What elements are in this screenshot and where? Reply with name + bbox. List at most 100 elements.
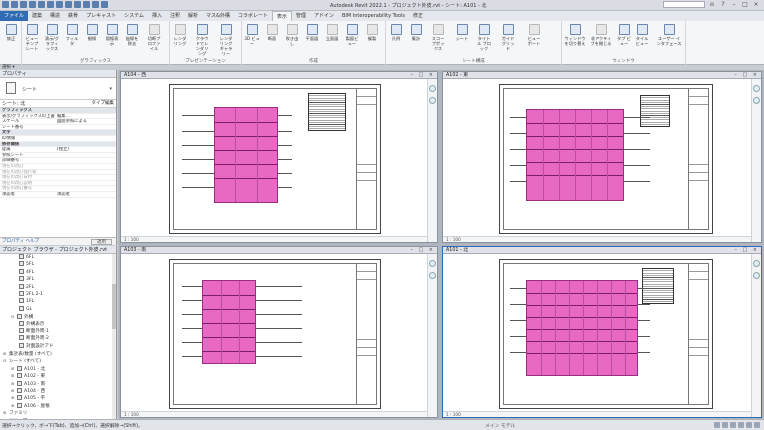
view-window[interactable]: A104 - 西 – □ × 1 : 100 [120, 71, 438, 243]
select-pinned-icon[interactable] [746, 422, 752, 428]
tab-manage[interactable]: 管理 [292, 11, 310, 21]
undo-icon[interactable] [38, 1, 45, 8]
select-underlay-icon[interactable] [738, 422, 744, 428]
minimize-button[interactable]: – [730, 1, 738, 8]
modify-button[interactable]: 修正 [3, 24, 19, 41]
guide-grid-button[interactable]: ガイド グリッド [500, 24, 516, 51]
property-value[interactable] [55, 175, 116, 180]
tag-icon[interactable] [74, 1, 81, 8]
property-value[interactable] [55, 164, 116, 169]
tab-systems[interactable]: システム [120, 11, 148, 21]
show-hidden-button[interactable]: 隠線表示 [104, 24, 120, 46]
save-icon[interactable] [20, 1, 27, 8]
browser-tree-item[interactable]: 断面外周-1 [0, 327, 116, 335]
user-interface-button[interactable]: ユーザー インタフェース [656, 24, 682, 46]
property-value[interactable]: (独立) [55, 147, 116, 152]
view-template-button[interactable]: ビュー テンプレート [24, 24, 40, 51]
steering-wheel-icon[interactable] [429, 260, 436, 267]
tile-views-button[interactable]: タイル ビュー [634, 24, 650, 46]
tab-structure[interactable]: 構造 [46, 11, 64, 21]
tab-collaborate[interactable]: コラボレート [234, 11, 272, 21]
properties-help-link[interactable]: プロパティ ヘルプ [2, 239, 39, 244]
property-value[interactable] [55, 170, 116, 175]
tab-massing[interactable]: マス&外構 [202, 11, 234, 21]
tab-analyze[interactable]: 解析 [184, 11, 202, 21]
sync-icon[interactable] [29, 1, 36, 8]
worksets-icon[interactable] [714, 422, 720, 428]
3d-view-button[interactable]: 3D ビュー [244, 24, 260, 46]
close-button[interactable]: × [752, 1, 760, 8]
browser-tree-item[interactable]: ⊞ A104 - 西 [0, 387, 116, 394]
property-value[interactable] [55, 153, 116, 158]
sheet-canvas[interactable] [499, 259, 713, 409]
apply-button[interactable]: 適用 [91, 239, 112, 245]
active-model-dropdown[interactable]: メイン モデル [485, 422, 515, 429]
zoom-icon[interactable] [753, 97, 760, 104]
steering-wheel-icon[interactable] [429, 85, 436, 92]
plan-views-button[interactable]: 平面図 [304, 24, 320, 41]
tab-insert[interactable]: 挿入 [148, 11, 166, 21]
elevation-button[interactable]: 立面図 [324, 24, 340, 41]
sheet-canvas[interactable] [169, 259, 381, 409]
steering-wheel-icon[interactable] [753, 85, 760, 92]
property-value[interactable] [55, 136, 116, 141]
cut-profile-button[interactable]: 切断プロファイル [146, 24, 162, 51]
thin-lines-button[interactable]: 細線 [84, 24, 100, 41]
browser-tree-item[interactable]: ⊟ 外構 [0, 313, 116, 320]
revit-logo-icon[interactable] [2, 1, 9, 8]
callout-button[interactable]: 吹き出し [284, 24, 300, 46]
browser-tree-item[interactable]: ⊞ ファミリ [0, 409, 116, 416]
type-selector[interactable]: シート ▾ [0, 78, 116, 100]
view-control-bar[interactable]: 1 : 100 [121, 411, 427, 417]
view-tab[interactable]: A104 - 西 – □ × [121, 72, 437, 79]
3d-view-icon[interactable] [92, 1, 99, 8]
open-icon[interactable] [11, 1, 18, 8]
schedules-button[interactable]: 集計 [408, 24, 424, 41]
view-tab[interactable]: A103 - 南 – □ × [121, 247, 437, 254]
print-icon[interactable] [56, 1, 63, 8]
viewports-button[interactable]: ビューポート [526, 24, 542, 46]
view-tab[interactable]: A101 - 北 – □ × [443, 247, 761, 254]
view-window-controls[interactable]: – □ × [734, 72, 759, 79]
tab-view[interactable]: 表示 [271, 11, 292, 21]
render-gallery-button[interactable]: レンダリング ギャラリー [218, 24, 234, 56]
design-options-icon[interactable] [722, 422, 728, 428]
view-tab[interactable]: A102 - 東 – □ × [443, 72, 761, 79]
cloud-render-button[interactable]: クラウドでレンダリング [194, 24, 210, 56]
browser-tree-item[interactable]: 4FL [0, 268, 116, 276]
legends-button[interactable]: 凡例 [388, 24, 404, 41]
view-control-bar[interactable]: 1 : 100 [443, 411, 751, 417]
browser-tree-item[interactable]: ⊞ A102 - 東 [0, 372, 116, 379]
browser-tree-item[interactable]: 2FL [0, 283, 116, 291]
property-row[interactable]: 承認者 承認者 [0, 192, 116, 198]
browser-tree-item[interactable]: ⊞ A101 - 北 [0, 365, 116, 372]
filter-icon[interactable] [754, 422, 760, 428]
browser-tree-item[interactable]: GL [0, 305, 116, 313]
instance-filter[interactable]: シート: 北 タイプ編集 [0, 100, 116, 108]
view-window[interactable]: A103 - 南 – □ × 1 : 100 [120, 246, 438, 418]
chevron-down-icon[interactable]: ▾ [109, 86, 112, 92]
view-window[interactable]: A102 - 東 – □ × 1 : 100 [442, 71, 762, 243]
browser-tree-item[interactable]: 5FL [0, 261, 116, 268]
steering-wheel-icon[interactable] [753, 260, 760, 267]
edit-type-button[interactable]: タイプ編集 [92, 100, 115, 108]
tab-addins[interactable]: アドイン [310, 11, 338, 21]
view-window-active[interactable]: A101 - 北 – □ × 1 : 100 [442, 246, 762, 418]
scrollbar-thumb[interactable] [112, 284, 116, 329]
property-value[interactable]: 編集... [55, 114, 116, 119]
view-window-controls[interactable]: – □ × [410, 72, 435, 79]
sheet-canvas[interactable] [169, 84, 381, 234]
tab-precast[interactable]: プレキャスト [82, 11, 120, 21]
property-value[interactable] [55, 125, 116, 130]
browser-tree-item[interactable]: ⊞ A105 - 平 [0, 394, 116, 401]
title-block-button[interactable]: タイトル ブロック [476, 24, 492, 51]
browser-tree-item[interactable]: ⊞ A103 - 南 [0, 380, 116, 387]
property-value[interactable] [55, 142, 116, 147]
property-value[interactable]: 図面参照による [55, 119, 116, 124]
sheet-canvas[interactable] [499, 84, 713, 234]
browser-tree-item[interactable]: ⊞ A106 - 屋根 [0, 402, 116, 409]
view-window-controls[interactable]: – □ × [734, 247, 759, 254]
tab-annotate[interactable]: 注釈 [166, 11, 184, 21]
view-control-bar[interactable]: 1 : 100 [121, 236, 427, 242]
text-icon[interactable] [83, 1, 90, 8]
